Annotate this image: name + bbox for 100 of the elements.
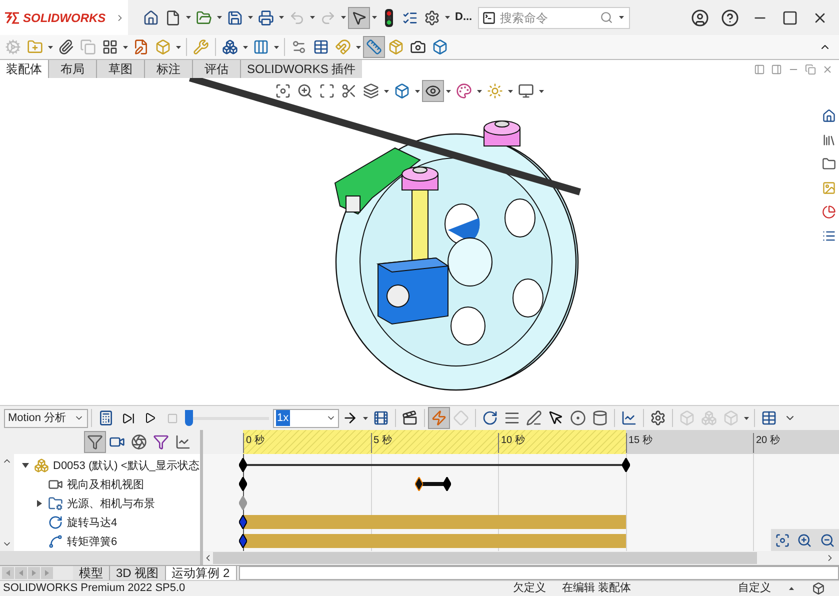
time-slider[interactable]	[185, 410, 269, 426]
dropdown-caret-icon[interactable]	[186, 16, 191, 19]
filter-driving-icon[interactable]	[131, 434, 147, 450]
zoom-in-icon[interactable]	[797, 532, 812, 548]
keyframe-icon[interactable]	[239, 458, 247, 472]
cube-icon[interactable]	[432, 39, 448, 55]
dropdown-caret-icon[interactable]	[372, 16, 377, 19]
motion-study-properties-icon[interactable]	[650, 410, 666, 426]
tree-item-label[interactable]: D0053 (默认) <默认_显示状态	[53, 458, 200, 474]
view-orientation-icon[interactable]	[394, 83, 410, 99]
ribbon-tab[interactable]: 评估	[192, 60, 240, 78]
options-list-icon[interactable]	[402, 10, 418, 26]
tree-item-label[interactable]: 光源、相机与布景	[67, 496, 155, 512]
play-from-start-icon[interactable]	[122, 412, 134, 424]
dropdown-caret-icon[interactable]	[217, 16, 222, 19]
home-icon[interactable]	[143, 10, 159, 26]
boxes-icon[interactable]	[222, 39, 238, 55]
keyframe-icon[interactable]	[622, 458, 630, 472]
save-icon[interactable]	[227, 10, 243, 26]
restore-icon[interactable]	[805, 64, 816, 74]
zoom-fit-icon[interactable]	[774, 532, 790, 548]
document-label[interactable]: D...	[455, 9, 472, 26]
print-icon[interactable]	[258, 10, 274, 26]
dropdown-caret-icon[interactable]	[744, 416, 749, 420]
playback-speed-dropdown[interactable]: 1x	[273, 408, 339, 428]
keyframe-icon[interactable]	[414, 477, 423, 492]
dropdown-caret-icon[interactable]	[619, 16, 624, 19]
new-file-icon[interactable]	[165, 10, 181, 26]
dropdown-caret-icon[interactable]	[48, 46, 53, 48]
search-field[interactable]: 搜索命令	[500, 8, 596, 26]
zoom-fit-icon[interactable]	[275, 83, 291, 99]
file-explorer-icon[interactable]	[822, 157, 836, 171]
panel-left-icon[interactable]	[754, 64, 765, 74]
animation-wizard-icon[interactable]	[402, 410, 418, 426]
dropdown-caret-icon[interactable]	[445, 16, 450, 19]
filter-selected-icon[interactable]	[153, 434, 169, 450]
paperclip-icon[interactable]	[58, 39, 74, 55]
panel-right-icon[interactable]	[771, 64, 782, 74]
calculate-icon[interactable]	[98, 410, 114, 426]
horizontal-scrollbar[interactable]	[213, 552, 757, 564]
custom-properties-icon[interactable]	[822, 229, 836, 243]
keyframe-icon[interactable]	[443, 477, 451, 492]
traffic-light-icon[interactable]	[385, 8, 393, 26]
search-bar[interactable]: 搜索命令	[478, 6, 630, 28]
dropdown-caret-icon[interactable]	[539, 90, 544, 92]
dropdown-caret-icon[interactable]	[363, 416, 368, 420]
dropdown-caret-icon[interactable]	[477, 90, 482, 92]
dropdown-caret-icon[interactable]	[123, 46, 128, 48]
units-text[interactable]: 自定义	[738, 580, 771, 596]
horizontal-scrollbar[interactable]	[0, 551, 200, 565]
play-icon[interactable]	[144, 412, 156, 424]
ribbon-tab[interactable]: 布局	[48, 60, 96, 78]
dropdown-caret-icon[interactable]	[415, 90, 420, 92]
keyframe-icon[interactable]	[239, 515, 247, 530]
study-tab[interactable]: 运动算例 2	[166, 566, 237, 580]
slider-thumb[interactable]	[185, 410, 193, 426]
dropdown-caret-icon[interactable]	[446, 90, 451, 92]
columns-icon[interactable]	[253, 39, 269, 55]
tree-item-label[interactable]: 转矩弹簧6	[67, 534, 118, 550]
zoom-area-icon[interactable]	[297, 83, 313, 99]
settings-icon[interactable]	[424, 10, 440, 26]
dropdown-caret-icon[interactable]	[274, 46, 279, 48]
ribbon-tab[interactable]: 草图	[96, 60, 144, 78]
dropdown-caret-icon[interactable]	[310, 16, 315, 19]
save-animation-icon[interactable]	[373, 410, 389, 426]
appearance-icon[interactable]	[456, 83, 472, 99]
maximize-icon[interactable]	[782, 10, 798, 26]
dropdown-caret-icon[interactable]	[384, 90, 389, 92]
dropdown-caret-icon[interactable]	[341, 16, 346, 19]
dropdown-caret-icon[interactable]	[279, 16, 284, 19]
table-icon[interactable]	[313, 39, 329, 55]
section-view-icon[interactable]	[341, 83, 357, 99]
tree-item-label[interactable]: 旋转马达4	[67, 514, 118, 532]
view-settings-icon[interactable]	[518, 83, 534, 99]
collapsed-arrow-icon[interactable]	[36, 500, 42, 508]
study-tab[interactable]: 3D 视图	[110, 566, 166, 580]
dropdown-caret-icon[interactable]	[243, 46, 248, 48]
horizontal-scrollbar[interactable]	[238, 566, 839, 580]
ribbon-tab[interactable]: SOLIDWORKS 插件	[240, 60, 362, 78]
tree-item-label[interactable]: 视向及相机视图	[67, 476, 144, 494]
camera-icon[interactable]	[410, 39, 426, 55]
design-library-icon[interactable]	[822, 133, 836, 147]
caret-up-icon[interactable]	[789, 587, 794, 590]
dropdown-caret-icon[interactable]	[248, 16, 253, 19]
dropdown-caret-icon[interactable]	[176, 46, 181, 48]
sliders-icon[interactable]	[291, 39, 307, 55]
study-tab[interactable]: 模型	[73, 566, 110, 580]
open-folder-icon[interactable]	[196, 10, 212, 26]
dropdown-caret-icon[interactable]	[508, 90, 513, 92]
pattern-grid-icon[interactable]	[102, 39, 118, 55]
ribbon-tab[interactable]: 标注	[144, 60, 192, 78]
view-layers-icon[interactable]	[363, 83, 379, 99]
dropdown-caret-icon[interactable]	[356, 46, 361, 48]
expanded-arrow-icon[interactable]	[22, 463, 28, 468]
search-icon[interactable]	[600, 11, 614, 24]
study-type-dropdown[interactable]: Motion 分析	[4, 408, 88, 428]
study-table-icon[interactable]	[761, 410, 777, 426]
playback-mode-icon[interactable]	[342, 410, 358, 426]
user-account-icon[interactable]	[691, 8, 709, 26]
help-icon[interactable]	[721, 8, 739, 26]
